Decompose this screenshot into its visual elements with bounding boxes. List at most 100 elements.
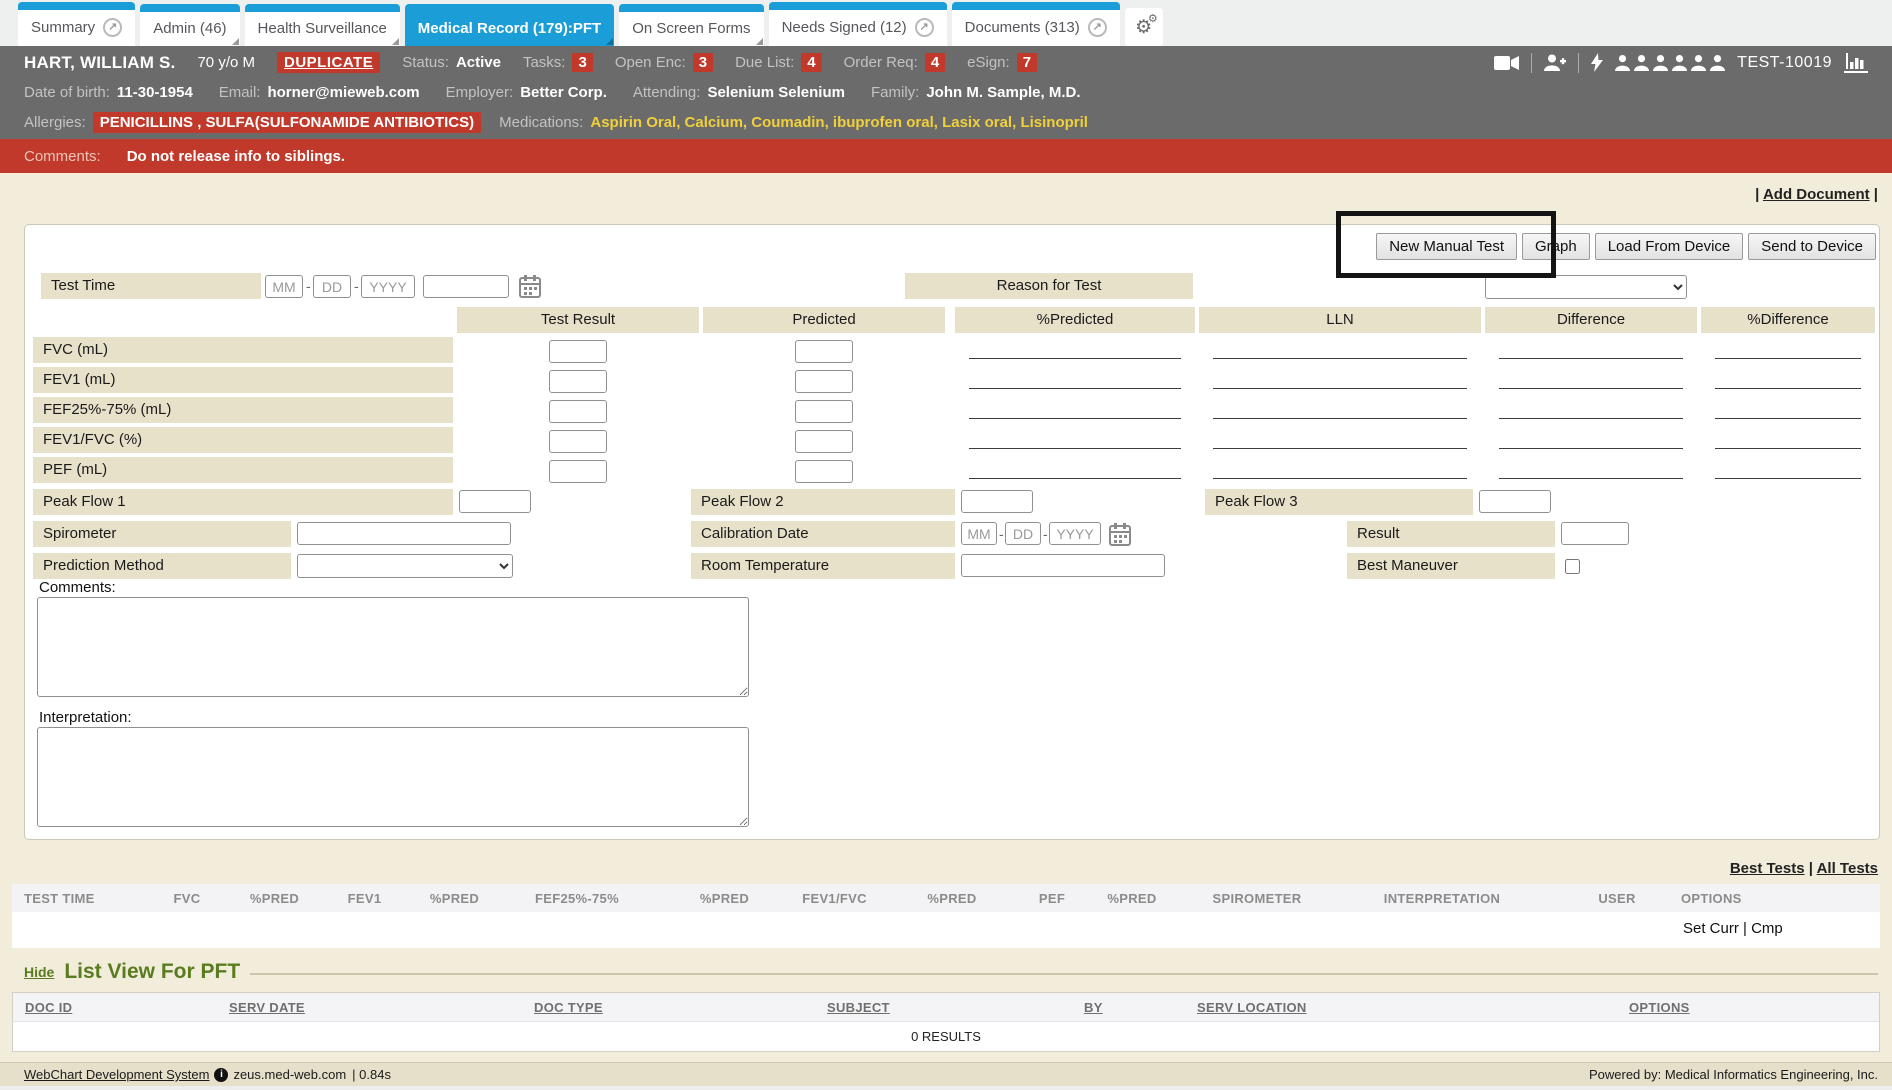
tab-documents[interactable]: Documents (313)↗ (952, 2, 1120, 46)
col-fev1-fvc[interactable]: FEV1/FVC (792, 891, 877, 906)
col-doc-type[interactable]: DOC TYPE (534, 1000, 827, 1015)
col-pred-3[interactable]: %PRED (657, 891, 792, 906)
col-serv-location[interactable]: SERV LOCATION (1197, 1000, 1629, 1015)
status-value: Active (456, 54, 501, 71)
pef-test-result-input[interactable] (549, 460, 607, 483)
external-link-icon[interactable]: ↗ (103, 18, 122, 37)
medications-list[interactable]: Aspirin Oral, Calcium, Coumadin, ibuprof… (590, 114, 1088, 131)
graph-button[interactable]: Graph (1522, 233, 1590, 260)
email-value[interactable]: horner@mieweb.com (267, 84, 419, 101)
col-pred-5[interactable]: %PRED (1077, 891, 1187, 906)
person-icon[interactable] (1653, 55, 1668, 71)
col-by[interactable]: BY (1084, 1000, 1197, 1015)
fvc-test-result-input[interactable] (549, 340, 607, 363)
peak-flow-2-input[interactable] (961, 490, 1033, 513)
calibration-mm-input[interactable] (961, 522, 997, 545)
col-pred-1[interactable]: %PRED (232, 891, 317, 906)
settings-gear-button[interactable]: ⚙ ⚙ (1125, 8, 1163, 46)
fvc-predicted-input[interactable] (795, 340, 853, 363)
tab-medical-record-active[interactable]: Medical Record (179):PFT (405, 4, 614, 46)
video-camera-icon[interactable] (1494, 55, 1519, 71)
interpretation-textarea[interactable] (37, 727, 749, 827)
calibration-dd-input[interactable] (1005, 522, 1041, 545)
fvc-pct-difference-line (1715, 337, 1861, 359)
person-icon[interactable] (1691, 55, 1706, 71)
fev1-test-result-input[interactable] (549, 370, 607, 393)
pef-predicted-input[interactable] (795, 460, 853, 483)
col-doc-id[interactable]: DOC ID (13, 1000, 229, 1015)
allergies-badge[interactable]: PENICILLINS , SULFA(SULFONAMIDE ANTIBIOT… (93, 112, 481, 133)
col-test-time[interactable]: TEST TIME (12, 891, 142, 906)
hide-link[interactable]: Hide (24, 964, 54, 980)
col-user[interactable]: USER (1557, 891, 1677, 906)
tab-needs-signed[interactable]: Needs Signed (12)↗ (769, 2, 947, 46)
info-icon[interactable]: i (214, 1068, 228, 1082)
due-list-count-badge[interactable]: 4 (801, 53, 821, 72)
col-interpretation[interactable]: INTERPRETATION (1327, 891, 1557, 906)
person-icon[interactable] (1615, 55, 1630, 71)
peak-flow-1-input[interactable] (459, 490, 531, 513)
spirometer-input[interactable] (297, 522, 511, 545)
duplicate-badge[interactable]: DUPLICATE (277, 52, 380, 73)
esign-count-badge[interactable]: 7 (1017, 53, 1037, 72)
col-fvc[interactable]: FVC (142, 891, 232, 906)
room-temperature-input[interactable] (961, 554, 1165, 577)
external-link-icon[interactable]: ↗ (915, 18, 934, 37)
open-enc-count-badge[interactable]: 3 (693, 53, 713, 72)
col-fef[interactable]: FEF25%-75% (497, 891, 657, 906)
test-date-yyyy-input[interactable] (361, 275, 415, 298)
tab-label: Summary (31, 19, 95, 36)
tab-admin[interactable]: Admin (46) (140, 4, 239, 46)
peak-flow-3-input[interactable] (1479, 490, 1551, 513)
best-tests-link[interactable]: Best Tests (1730, 860, 1805, 877)
add-document-link[interactable]: Add Document (1763, 186, 1870, 203)
col-pred-2[interactable]: %PRED (412, 891, 497, 906)
person-icon[interactable] (1634, 55, 1649, 71)
load-from-device-button[interactable]: Load From Device (1595, 233, 1744, 260)
col-pef[interactable]: PEF (1027, 891, 1077, 906)
form-comments-textarea[interactable] (37, 597, 749, 697)
footer-system-link[interactable]: WebChart Development System (24, 1067, 209, 1082)
tab-summary[interactable]: Summary ↗ (18, 2, 135, 46)
calendar-icon[interactable] (519, 275, 541, 299)
external-link-icon[interactable]: ↗ (1088, 18, 1107, 37)
fev1fvc-predicted-input[interactable] (795, 430, 853, 453)
col-spirometer[interactable]: SPIROMETER (1187, 891, 1327, 906)
send-to-device-button[interactable]: Send to Device (1748, 233, 1876, 260)
col-subject[interactable]: SUBJECT (827, 1000, 1084, 1015)
order-req-count-badge[interactable]: 4 (925, 53, 945, 72)
fev1-predicted-input[interactable] (795, 370, 853, 393)
reason-for-test-select[interactable] (1485, 275, 1687, 299)
chart-icon[interactable] (1844, 53, 1868, 73)
reason-for-test-label: Reason for Test (905, 273, 1193, 299)
add-person-icon[interactable] (1544, 54, 1566, 72)
test-date-dd-input[interactable] (313, 275, 351, 298)
col-pred-4[interactable]: %PRED (877, 891, 1027, 906)
best-maneuver-checkbox[interactable] (1565, 559, 1580, 574)
tab-health-surveillance[interactable]: Health Surveillance (245, 4, 400, 46)
set-curr-cmp-links[interactable]: Set Curr | Cmp (1683, 920, 1783, 937)
lightning-icon[interactable] (1591, 53, 1603, 72)
col-options[interactable]: OPTIONS (1677, 891, 1880, 906)
patient-queue-icons[interactable] (1615, 55, 1725, 71)
fef-predicted-input[interactable] (795, 400, 853, 423)
calendar-icon[interactable] (1109, 523, 1131, 547)
tab-on-screen-forms[interactable]: On Screen Forms (619, 4, 763, 46)
test-time-input[interactable] (423, 275, 509, 298)
calibration-yyyy-input[interactable] (1049, 522, 1101, 545)
tab-accent-strip (245, 4, 400, 12)
new-manual-test-button[interactable]: New Manual Test (1376, 233, 1517, 260)
result-input[interactable] (1561, 522, 1629, 545)
person-icon[interactable] (1710, 55, 1725, 71)
person-icon[interactable] (1672, 55, 1687, 71)
test-date-mm-input[interactable] (265, 275, 303, 298)
fev1fvc-test-result-input[interactable] (549, 430, 607, 453)
station-id: TEST-10019 (1737, 54, 1832, 72)
prediction-method-select[interactable] (297, 554, 513, 578)
col-fev1[interactable]: FEV1 (317, 891, 412, 906)
tasks-count-badge[interactable]: 3 (572, 53, 592, 72)
fef-test-result-input[interactable] (549, 400, 607, 423)
all-tests-link[interactable]: All Tests (1817, 860, 1878, 877)
col-serv-date[interactable]: SERV DATE (229, 1000, 534, 1015)
col-options[interactable]: OPTIONS (1629, 1000, 1879, 1015)
